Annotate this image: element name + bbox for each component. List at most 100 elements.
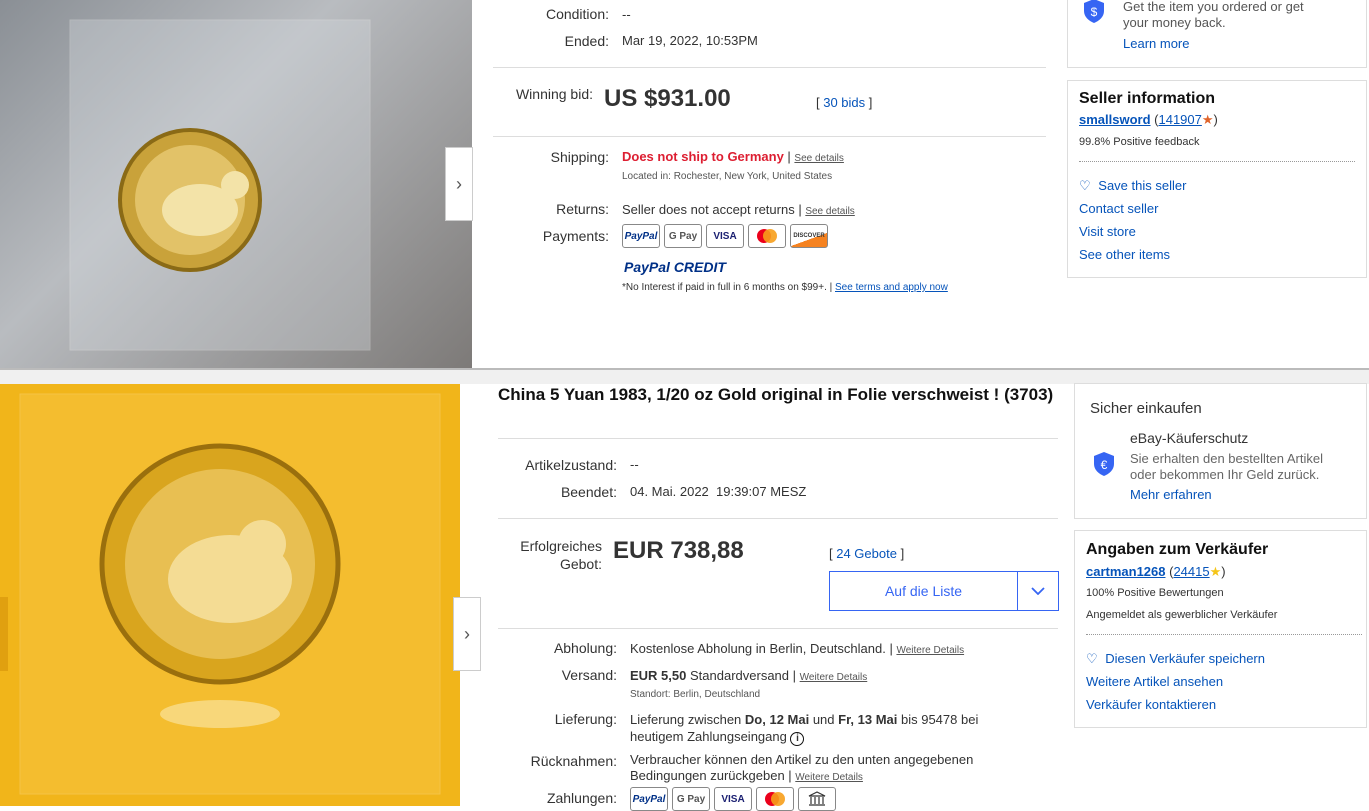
gebot-label-line-1: Erfolgreiches [520, 538, 602, 554]
watchlist-button[interactable]: Auf die Liste [830, 572, 1018, 610]
divider [493, 67, 1046, 68]
weitere-details-link[interactable]: Weitere Details [795, 772, 863, 783]
dotted-divider [1086, 634, 1362, 635]
credit-note: *No Interest if paid in full in 6 months… [622, 282, 948, 293]
verkaeufer-heading: Angaben zum Verkäufer [1086, 541, 1269, 558]
divider [493, 136, 1046, 137]
mastercard-icon [748, 224, 786, 248]
sicher-heading: Sicher einkaufen [1090, 400, 1202, 417]
star-icon: ★ [1209, 564, 1222, 579]
schutz-title: eBay-Käuferschutz [1130, 430, 1249, 446]
seller-info-box: Seller information smallsword (141907★) … [1067, 80, 1367, 278]
returns-label: Returns: [556, 201, 609, 217]
condition-label: Condition: [545, 6, 609, 22]
zustand-value: -- [630, 457, 639, 472]
divider [498, 628, 1058, 629]
bids-link[interactable]: 30 bids [823, 95, 865, 110]
lieferung-date-1: Do, 12 Mai [744, 712, 810, 727]
ended-label: Ended: [564, 33, 609, 49]
location-text: Located in: Rochester, New York, United … [622, 171, 833, 182]
mehr-erfahren-link[interactable]: Mehr erfahren [1130, 487, 1212, 502]
guarantee-text: Get the item you ordered or get your mon… [1123, 0, 1304, 31]
schutz-line-1: Sie erhalten den bestellten Artikel [1130, 451, 1323, 466]
lieferung-value: Lieferung zwischen Do, 12 Mai und Fr, 13… [630, 711, 978, 746]
speichern-link[interactable]: Diesen Verkäufer speichern [1105, 651, 1265, 666]
weitere-details-link[interactable]: Weitere Details [800, 672, 868, 683]
gebot-label-line-2: Gebot: [559, 556, 602, 572]
schutz-line-2: oder bekommen Ihr Geld zurück. [1130, 467, 1320, 482]
visit-store-link[interactable]: Visit store [1079, 224, 1136, 239]
learn-more-link[interactable]: Learn more [1123, 36, 1189, 51]
guarantee-line-2: your money back. [1123, 15, 1226, 30]
money-back-box: $ Get the item you ordered or get your m… [1067, 0, 1367, 68]
kontaktieren-link[interactable]: Verkäufer kontaktieren [1086, 697, 1216, 712]
winning-bid-label: Winning bid: [515, 86, 593, 102]
zustand-label: Artikelzustand: [525, 457, 617, 473]
weitere-details-link[interactable]: Weitere Details [896, 645, 964, 656]
condition-value: -- [622, 7, 631, 22]
listing-title: China 5 Yuan 1983, 1/20 oz Gold original… [498, 385, 1054, 404]
schutz-text: Sie erhalten den bestellten Artikel oder… [1130, 451, 1323, 483]
lieferung-text-a: Lieferung zwischen [630, 712, 745, 727]
next-image-arrow-top[interactable]: › [445, 147, 473, 221]
gpay-icon: G Pay [672, 787, 710, 811]
gebote-link[interactable]: 24 Gebote [836, 546, 897, 561]
shield-euro-icon: € [1093, 452, 1115, 476]
bank-icon [798, 787, 836, 811]
verkaeufer-name-link[interactable]: cartman1268 [1086, 564, 1166, 579]
other-items-link[interactable]: See other items [1079, 247, 1170, 262]
contact-seller-link[interactable]: Contact seller [1079, 201, 1158, 216]
standort-text: Standort: Berlin, Deutschland [630, 689, 761, 700]
speichern-row[interactable]: ♡ Diesen Verkäufer speichern [1086, 651, 1265, 667]
info-icon[interactable]: i [790, 732, 805, 746]
seller-heading: Seller information [1079, 90, 1216, 107]
returns-text: Seller does not accept returns [622, 202, 795, 217]
gpay-icon: G Pay [664, 224, 702, 248]
feedback-score-link[interactable]: 141907 [1158, 112, 1201, 127]
shipping-label: Shipping: [550, 149, 609, 165]
save-seller-link[interactable]: Save this seller [1098, 178, 1186, 193]
bids-count: [ 30 bids ] [816, 95, 873, 110]
winning-price-eur: EUR 738,88 [613, 537, 744, 564]
versand-price: EUR 5,50 [630, 668, 687, 683]
bewertung-score-link[interactable]: 24415 [1173, 564, 1209, 579]
mastercard-icon [756, 787, 794, 811]
see-details-link[interactable]: See details [805, 206, 854, 217]
weitere-artikel-link[interactable]: Weitere Artikel ansehen [1086, 674, 1223, 689]
versand-label: Versand: [561, 667, 617, 683]
winning-price: US $931.00 [604, 85, 731, 112]
terms-link[interactable]: See terms and apply now [835, 282, 948, 293]
no-ship-text: Does not ship to Germany [622, 149, 784, 164]
ruecknahmen-line-1: Verbraucher können den Artikel zu den un… [630, 752, 974, 767]
ruecknahmen-line-2: Bedingungen zurückgeben [630, 768, 785, 783]
prev-image-arrow-bottom[interactable] [0, 597, 8, 671]
see-details-link[interactable]: See details [794, 153, 843, 164]
verkaeufer-box: Angaben zum Verkäufer cartman1268 (24415… [1074, 530, 1367, 728]
shipping-value: Does not ship to Germany | See details [622, 149, 844, 164]
credit-note-text: *No Interest if paid in full in 6 months… [622, 282, 827, 293]
next-image-arrow-bottom[interactable]: › [453, 597, 481, 671]
lieferung-text-2: heutigem Zahlungseingang [630, 729, 787, 744]
save-seller-row[interactable]: ♡ Save this seller [1079, 178, 1186, 194]
gebote-count: [ 24 Gebote ] [829, 546, 905, 561]
star-icon: ★ [1201, 112, 1214, 127]
lieferung-und: und [809, 712, 839, 727]
seller-name-link[interactable]: smallsword [1079, 112, 1151, 127]
versand-type: Standardversand [690, 668, 790, 683]
chevron-down-icon[interactable] [1018, 572, 1058, 610]
svg-text:€: € [1101, 458, 1108, 472]
item-photo-top[interactable] [0, 0, 472, 368]
divider [498, 518, 1058, 519]
shield-dollar-icon: $ [1083, 0, 1105, 23]
ruecknahmen-label: Rücknahmen: [530, 753, 617, 769]
visa-icon: VISA [714, 787, 752, 811]
paypal-credit-logo: PayPal CREDIT [624, 259, 726, 275]
payment-icons: PayPal G Pay VISA DISCOVER [622, 224, 828, 248]
verkaeufer-name-row: cartman1268 (24415★) [1086, 564, 1226, 579]
item-photo-bottom[interactable] [0, 384, 460, 806]
ruecknahmen-value: Verbraucher können den Artikel zu den un… [630, 752, 974, 783]
sicher-einkaufen-box: Sicher einkaufen € eBay-Käuferschutz Sie… [1074, 383, 1367, 519]
abholung-text: Kostenlose Abholung in Berlin, Deutschla… [630, 641, 886, 656]
gewerblich-text: Angemeldet als gewerblicher Verkäufer [1086, 609, 1278, 621]
abholung-label: Abholung: [553, 640, 617, 656]
